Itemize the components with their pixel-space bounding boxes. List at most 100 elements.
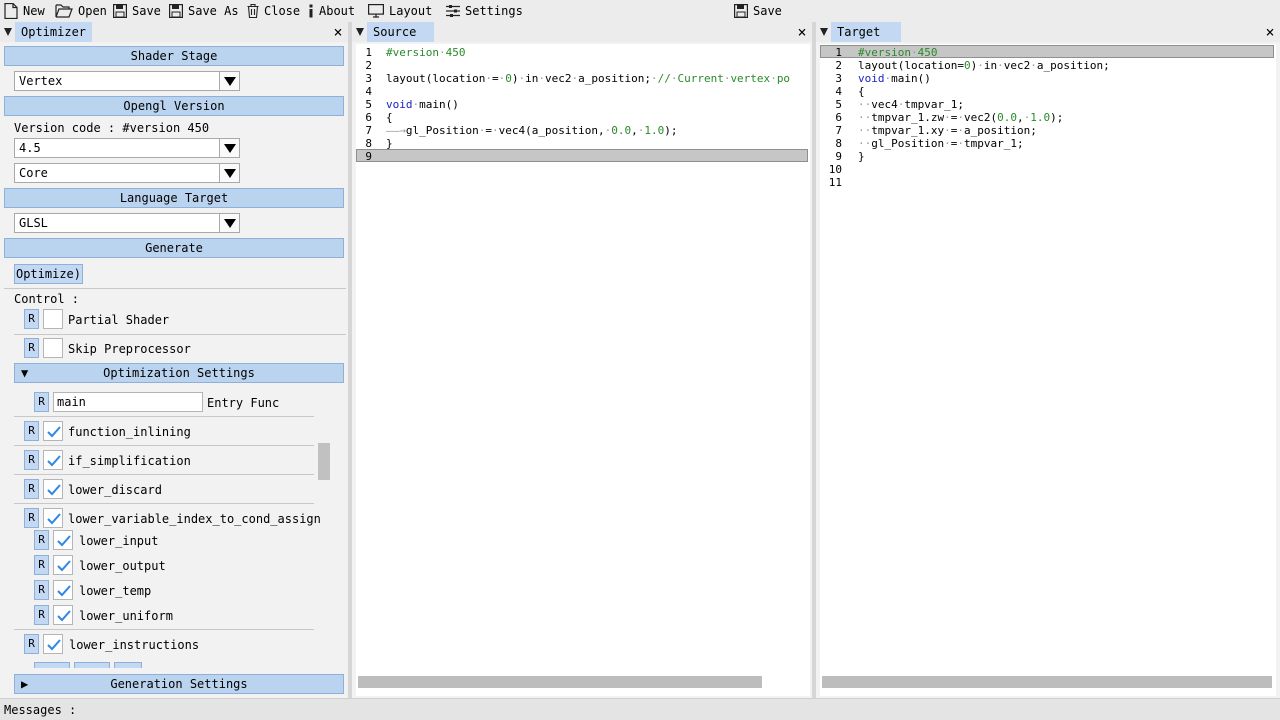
language-target-header[interactable]: Language Target (4, 188, 344, 208)
line-number: 6 (835, 111, 842, 124)
language-target-select[interactable]: GLSL (14, 213, 240, 233)
menu-save[interactable]: Save (113, 0, 161, 22)
lower-temp-checkbox[interactable] (53, 580, 73, 600)
optimization-settings-title: Optimization Settings (103, 366, 255, 380)
reset-button[interactable]: R (34, 580, 49, 600)
line-number: 8 (365, 137, 372, 150)
menu-new[interactable]: New (4, 0, 45, 22)
menu-save-secondary-label: Save (753, 4, 782, 18)
if-simplification-checkbox[interactable] (43, 450, 63, 470)
lower-variable-index-label: lower_variable_index_to_cond_assign (68, 512, 321, 526)
function-inlining-checkbox[interactable] (43, 421, 63, 441)
reset-button[interactable]: R (24, 479, 39, 499)
if-simplification-label: if_simplification (68, 454, 191, 468)
generation-settings-header[interactable]: ▶ Generation Settings (14, 674, 344, 694)
lower-input-label: lower_input (79, 534, 159, 548)
line-number: 7 (365, 124, 372, 137)
checkmark-icon (47, 426, 61, 438)
chevron-down-icon[interactable] (219, 139, 239, 157)
partial-button[interactable] (114, 662, 142, 668)
lower-output-checkbox[interactable] (53, 555, 73, 575)
opengl-profile-value: Core (19, 166, 48, 180)
horizontal-scrollbar-thumb[interactable] (358, 676, 762, 688)
divider (14, 503, 314, 504)
chevron-down-icon[interactable] (219, 72, 239, 90)
tab-optimizer[interactable]: Optimizer (15, 22, 93, 42)
shader-stage-select[interactable]: Vertex (14, 71, 240, 91)
target-code[interactable]: #version·450 layout(location=0)·in·vec2·… (858, 46, 1110, 163)
reset-button[interactable]: R (24, 309, 39, 329)
reset-button[interactable]: R (24, 508, 39, 528)
opengl-version-select[interactable]: 4.5 (14, 138, 240, 158)
checkmark-icon (57, 585, 71, 597)
status-bar: Messages : (0, 698, 1280, 720)
partial-shader-checkbox[interactable] (43, 309, 63, 329)
lower-discard-checkbox[interactable] (43, 479, 63, 499)
lower-variable-index-checkbox[interactable] (43, 508, 63, 528)
optimizer-pane-header: Optimizer × (0, 22, 348, 42)
settings-scrollbar-thumb[interactable] (318, 443, 330, 480)
checkmark-icon (57, 535, 71, 547)
source-pane-header: Source × (352, 22, 812, 42)
lower-instructions-checkbox[interactable] (43, 634, 63, 654)
entry-func-input[interactable]: main (53, 392, 203, 412)
collapse-triangle-icon[interactable] (356, 28, 364, 36)
skip-preprocessor-checkbox[interactable] (43, 338, 63, 358)
reset-button[interactable]: R (34, 392, 49, 412)
reset-button[interactable]: R (24, 421, 39, 441)
reset-button[interactable]: R (24, 634, 39, 654)
collapse-triangle-icon[interactable] (820, 28, 828, 36)
floppy-icon (734, 4, 748, 18)
menu-open[interactable]: Open (55, 0, 107, 22)
partial-button[interactable] (34, 662, 70, 668)
menu-layout[interactable]: Layout (368, 0, 432, 22)
collapse-triangle-icon[interactable] (4, 28, 12, 36)
opengl-version-value: 4.5 (19, 141, 41, 155)
divider (14, 416, 314, 417)
menu-close[interactable]: Close (247, 0, 300, 22)
menu-save-secondary[interactable]: Save (734, 0, 782, 22)
close-icon[interactable]: × (1263, 23, 1277, 41)
lower-discard-label: lower_discard (68, 483, 162, 497)
tab-source[interactable]: Source (367, 22, 434, 42)
source-code[interactable]: #version·450 layout(location·=·0)·in·vec… (386, 46, 790, 150)
optimize-button[interactable]: Optimize) (14, 264, 83, 284)
reset-button[interactable]: R (34, 605, 49, 625)
menu-save-as[interactable]: Save As (169, 0, 239, 22)
lower-output-label: lower_output (79, 559, 166, 573)
reset-button[interactable]: R (24, 450, 39, 470)
close-icon[interactable]: × (795, 23, 809, 41)
checkmark-icon (57, 560, 71, 572)
partial-button[interactable] (74, 662, 110, 668)
menu-settings[interactable]: Settings (446, 0, 523, 22)
line-number: 2 (365, 59, 372, 72)
line-number: 1 (365, 46, 372, 59)
line-number: 5 (835, 98, 842, 111)
function-inlining-label: function_inlining (68, 425, 191, 439)
lower-uniform-checkbox[interactable] (53, 605, 73, 625)
menu-new-label: New (23, 4, 45, 18)
optimization-settings-header[interactable]: ▼ Optimization Settings (14, 363, 344, 383)
menu-about[interactable]: About (308, 0, 355, 22)
line-number: 7 (835, 124, 842, 137)
tab-target[interactable]: Target (831, 22, 901, 42)
shader-stage-header[interactable]: Shader Stage (4, 46, 344, 66)
close-icon[interactable]: × (331, 23, 345, 41)
lower-input-checkbox[interactable] (53, 530, 73, 550)
target-editor[interactable]: 1 2 3 4 5 6 7 8 9 10 11 #version·450 layout(locati… (820, 44, 1276, 696)
reset-button[interactable]: R (24, 338, 39, 358)
generate-header[interactable]: Generate (4, 238, 344, 258)
line-number: 2 (835, 59, 842, 72)
opengl-profile-select[interactable]: Core (14, 163, 240, 183)
source-editor[interactable]: 123456789 #version·450 layout(location·=… (356, 44, 810, 696)
collapsed-triangle-icon: ▶ (21, 677, 29, 691)
line-number: 4 (365, 85, 372, 98)
opengl-version-header[interactable]: Opengl Version (4, 96, 344, 116)
chevron-down-icon[interactable] (219, 214, 239, 232)
divider (14, 629, 314, 630)
divider (14, 445, 314, 446)
reset-button[interactable]: R (34, 530, 49, 550)
chevron-down-icon[interactable] (219, 164, 239, 182)
horizontal-scrollbar-thumb[interactable] (822, 676, 1272, 688)
reset-button[interactable]: R (34, 555, 49, 575)
